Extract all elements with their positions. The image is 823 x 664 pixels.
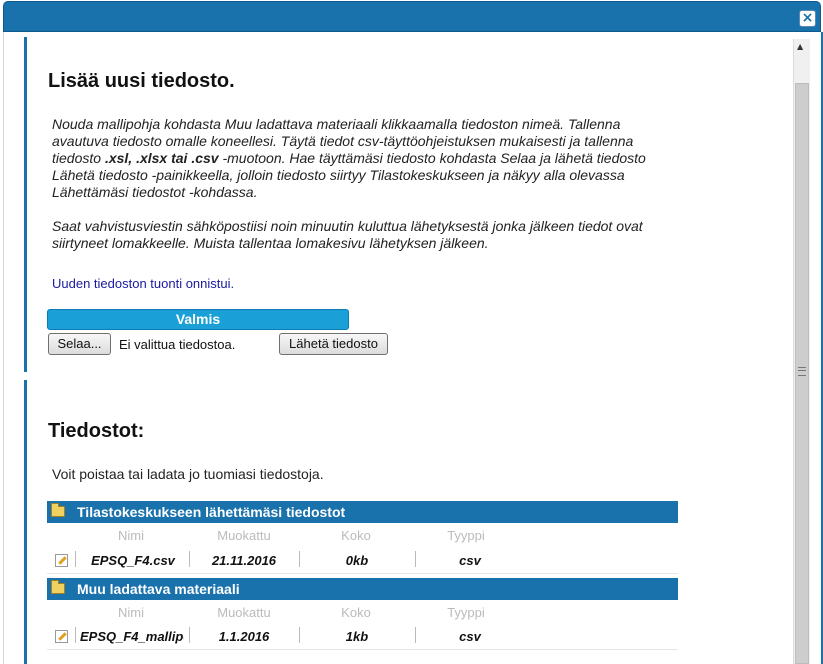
section-sent-files[interactable]: Tilastokeskukseen lähettämäsi tiedostot (47, 501, 678, 523)
upload-progress-bar: Valmis (47, 309, 349, 330)
upload-section-accent (24, 37, 27, 372)
folder-icon (51, 503, 65, 517)
column-divider (75, 551, 76, 567)
edit-icon[interactable] (55, 554, 68, 567)
column-divider (415, 551, 416, 567)
file-name-link[interactable]: EPSQ_F4.csv (80, 553, 186, 568)
files-intro: Voit poistaa tai ladata jo tuomiasi tied… (52, 466, 324, 482)
upload-instructions: Nouda mallipohja kohdasta Muu ladattava … (52, 116, 646, 200)
col-type-header: Tyyppi (447, 528, 485, 543)
no-file-text: Ei valittua tiedostoa. (119, 337, 236, 352)
send-file-button[interactable]: Lähetä tiedosto (279, 333, 388, 355)
col-modified-header: Muokattu (217, 528, 271, 543)
column-divider (415, 627, 416, 643)
section-title: Tilastokeskukseen lähettämäsi tiedostot (77, 504, 346, 520)
file-modified: 21.11.2016 (211, 553, 277, 568)
progress-label: Valmis (175, 311, 221, 327)
vertical-scrollbar[interactable]: ▲ (793, 39, 810, 664)
row-separator (47, 649, 678, 650)
col-modified-header: Muokattu (217, 605, 271, 620)
close-button[interactable]: × (799, 10, 816, 27)
folder-icon (51, 580, 65, 594)
scroll-up-arrow-icon[interactable]: ▲ (797, 42, 803, 51)
scrollbar-thumb[interactable] (795, 83, 809, 664)
edit-icon[interactable] (55, 630, 68, 643)
column-divider (299, 551, 300, 567)
files-heading: Tiedostot: (48, 420, 145, 442)
file-type: csv (459, 629, 481, 644)
column-divider (299, 627, 300, 643)
section-downloadable-material[interactable]: Muu ladattava materiaali (47, 578, 678, 600)
col-size-header: Koko (341, 605, 371, 620)
file-size: 1kb (345, 629, 369, 644)
row-separator (47, 573, 678, 574)
upload-confirmation-note: Saat vahvistusviestin sähköpostiisi noin… (52, 218, 643, 251)
col-type-header: Tyyppi (447, 605, 485, 620)
file-type: csv (459, 553, 481, 568)
file-size: 0kb (345, 553, 369, 568)
file-modified: 1.1.2016 (218, 629, 270, 644)
section-title: Muu ladattava materiaali (77, 581, 240, 597)
grip-icon (798, 367, 806, 376)
column-divider (75, 627, 76, 643)
dialog-content: Lisää uusi tiedosto. Nouda mallipohja ko… (3, 32, 793, 664)
upload-heading: Lisää uusi tiedosto. (48, 70, 235, 92)
column-divider (189, 627, 190, 643)
close-icon: × (801, 10, 814, 26)
file-name-link[interactable]: EPSQ_F4_mallipohja (80, 629, 184, 644)
status-message: Uuden tiedoston tuonti onnistui. (52, 276, 235, 291)
dialog-titlebar: × (3, 1, 821, 32)
col-size-header: Koko (341, 528, 371, 543)
browse-button[interactable]: Selaa... (48, 333, 111, 355)
column-divider (189, 551, 190, 567)
files-section-accent (24, 380, 27, 664)
col-name-header: Nimi (118, 605, 144, 620)
col-name-header: Nimi (118, 528, 144, 543)
